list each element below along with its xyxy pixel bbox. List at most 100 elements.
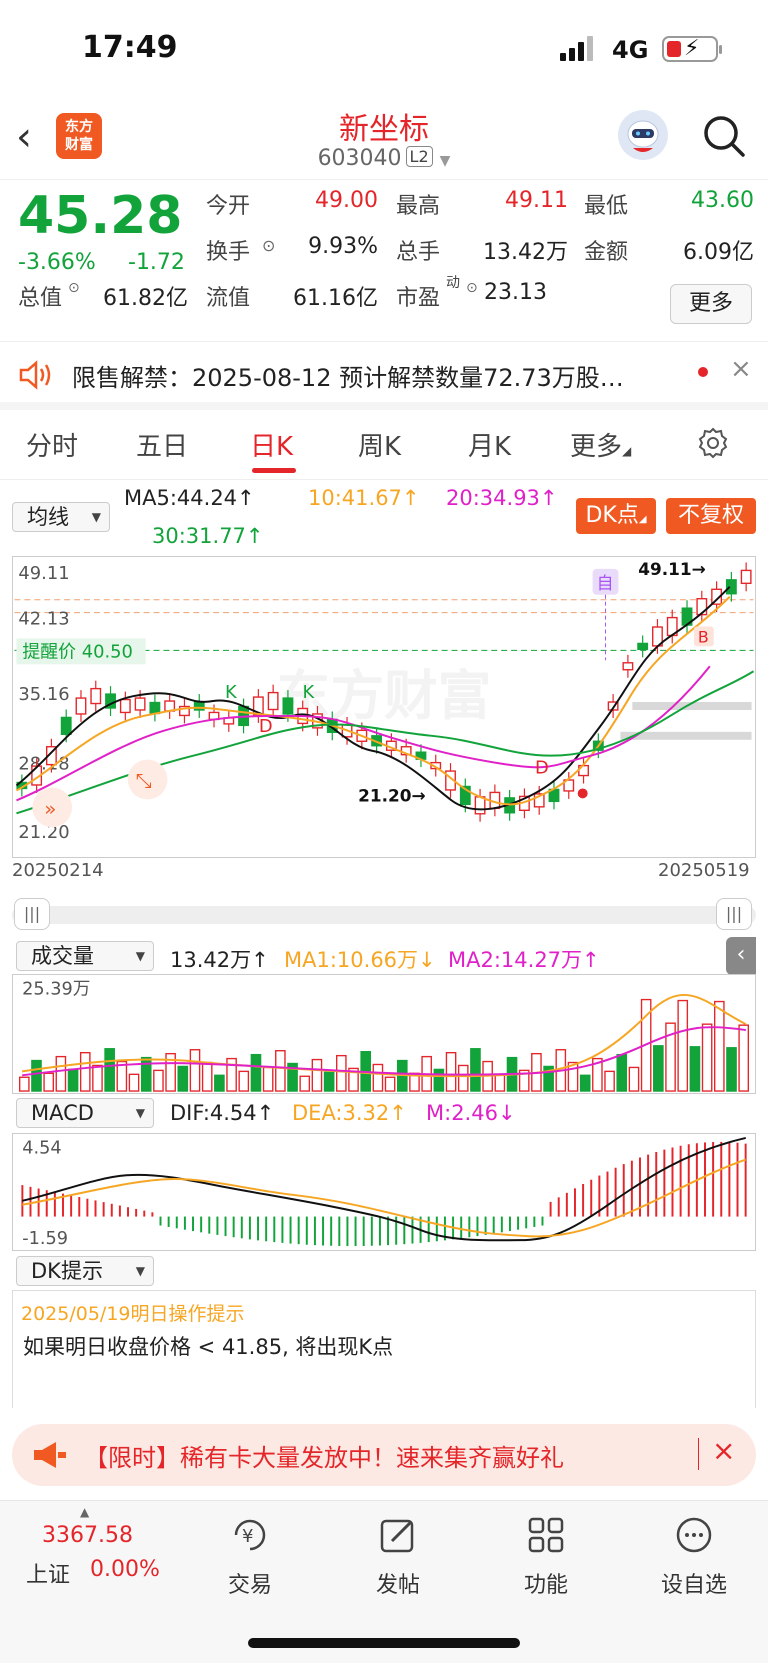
y-label: 49.11	[18, 563, 69, 584]
open-label: 今开	[206, 194, 251, 219]
notice-bar[interactable]: 限售解禁：2025-08-12 预计解禁数量72.73万股… ×	[0, 342, 768, 410]
volume-selector[interactable]: 成交量 ▼	[16, 941, 154, 971]
macd-chart[interactable]: 4.54 -1.59	[12, 1133, 756, 1251]
change-amount: -1.72	[128, 250, 185, 275]
nav-post[interactable]: 发帖	[338, 1513, 458, 1599]
d-marker: D	[535, 758, 549, 779]
volume-bar	[616, 1053, 628, 1092]
volume-bar	[445, 1051, 457, 1092]
volume-bar	[92, 1064, 103, 1092]
info-icon[interactable]: ⊙	[466, 280, 478, 296]
ma-selector[interactable]: 均线 ▼	[12, 502, 110, 532]
dropdown-arrow-icon: ▼	[135, 949, 145, 963]
volume-bar	[201, 1061, 213, 1092]
tab-monthly-k[interactable]: 月K	[468, 426, 511, 463]
volume-bar	[470, 1048, 481, 1092]
volume-bar	[153, 1069, 164, 1092]
range-handle-right[interactable]: |||	[716, 898, 752, 930]
volume-bar	[55, 1055, 67, 1092]
volume-bar	[128, 1073, 140, 1092]
index-value[interactable]: 3367.58	[42, 1523, 133, 1548]
volume-value: 13.42万↑	[170, 948, 269, 972]
settings-gear-icon[interactable]	[696, 426, 730, 460]
close-icon[interactable]: ×	[712, 1434, 735, 1467]
date-start: 20250214	[12, 860, 104, 881]
assistant-robot-icon[interactable]	[618, 110, 668, 160]
nav-functions[interactable]: 功能	[486, 1513, 606, 1599]
speaker-icon	[19, 360, 51, 390]
dk-point-label: DK点	[585, 503, 639, 528]
macd-y-top: 4.54	[22, 1139, 61, 1159]
status-bar: 17:49 4G ⚡	[0, 0, 768, 100]
k-marker: K	[225, 682, 238, 703]
candle-body	[725, 579, 737, 595]
volume-bar	[311, 1058, 323, 1092]
nav-trade[interactable]: ¥ 交易	[190, 1513, 310, 1599]
close-icon[interactable]: ×	[730, 354, 752, 384]
candle-body	[267, 691, 279, 711]
more-button[interactable]: 更多	[670, 284, 752, 324]
candle-body	[149, 701, 161, 715]
volume-chart[interactable]: 25.39万	[12, 974, 756, 1094]
candle-body	[622, 662, 634, 671]
stock-code: 603040	[317, 146, 402, 171]
dif-line	[22, 1136, 746, 1242]
volume-bar	[494, 1073, 506, 1092]
index-name[interactable]: 上证	[26, 1557, 70, 1589]
range-handle-left[interactable]: |||	[14, 898, 50, 930]
low-marker: 21.20→	[358, 785, 426, 805]
candle-body	[134, 697, 146, 711]
volume-bar	[689, 1046, 701, 1092]
index-change[interactable]: 0.00%	[90, 1557, 160, 1582]
volume-bar	[262, 1066, 274, 1092]
promo-divider	[698, 1438, 699, 1470]
fuquan-button[interactable]: 不复权	[666, 498, 756, 534]
d-marker: D	[259, 716, 273, 737]
volume-bar	[177, 1065, 189, 1092]
tab-daily-k[interactable]: 日K	[250, 426, 293, 463]
period-tabs: 分时 五日 日K 周K 月K 更多◢	[0, 410, 768, 480]
volume-bar	[238, 1070, 250, 1092]
tab-intraday[interactable]: 分时	[26, 426, 78, 463]
tab-five-day[interactable]: 五日	[136, 426, 188, 463]
chevron-down-icon: ▼	[439, 153, 451, 169]
change-percent: -3.66%	[18, 250, 96, 275]
tab-more-label: 更多	[570, 432, 623, 462]
macd-selector[interactable]: MACD ▼	[16, 1098, 154, 1128]
candle-body	[119, 698, 131, 714]
current-price: 45.28	[18, 186, 183, 246]
range-slider-track[interactable]	[12, 906, 756, 924]
search-icon[interactable]	[700, 112, 748, 160]
volume-value: 13.42万	[483, 240, 568, 265]
volume-bar	[738, 1024, 750, 1092]
volume-bar	[323, 1071, 335, 1092]
stock-header: ‹ 东方 财富 新坐标 603040 L2 ▼	[0, 100, 768, 180]
promo-banner[interactable]: 【限时】稀有卡大量发放中！速来集齐赢好礼 ×	[12, 1424, 756, 1486]
notice-text: 限售解禁：2025-08-12 预计解禁数量72.73万股…	[72, 364, 624, 392]
volume-bar	[214, 1074, 225, 1092]
dropdown-arrow-icon: ▼	[91, 510, 101, 524]
battery-icon: ⚡	[662, 36, 722, 62]
tab-weekly-k[interactable]: 周K	[358, 426, 401, 463]
volume-bar	[372, 1063, 384, 1092]
kline-chart[interactable]: 东方财富 提醒价 40.50 49.11 42.13 35.16 28.18 2…	[12, 556, 756, 858]
active-tab-indicator	[252, 468, 296, 473]
nav-functions-label: 功能	[523, 1573, 568, 1598]
nav-watchlist[interactable]: 设自选	[634, 1513, 754, 1599]
market-cap-value: 61.82亿	[103, 286, 188, 311]
candle-body	[60, 716, 72, 736]
status-time: 17:49	[82, 30, 178, 65]
macd-m: M:2.46↓	[426, 1101, 516, 1125]
dk-point-button[interactable]: DK点◢	[576, 498, 656, 534]
nav-trade-label: 交易	[227, 1573, 272, 1598]
candle-body	[90, 687, 102, 705]
dk-hint-selector[interactable]: DK提示 ▼	[16, 1256, 154, 1286]
candle-body	[282, 697, 294, 715]
tab-more[interactable]: 更多◢	[570, 426, 631, 463]
info-icon[interactable]: ⊙	[68, 280, 80, 296]
collapse-side-button[interactable]: ‹	[726, 937, 756, 975]
info-icon[interactable]: ⊙	[262, 236, 275, 255]
volume-bar	[726, 1047, 737, 1092]
y-label: 42.13	[18, 609, 69, 630]
macd-histogram	[21, 1141, 747, 1247]
